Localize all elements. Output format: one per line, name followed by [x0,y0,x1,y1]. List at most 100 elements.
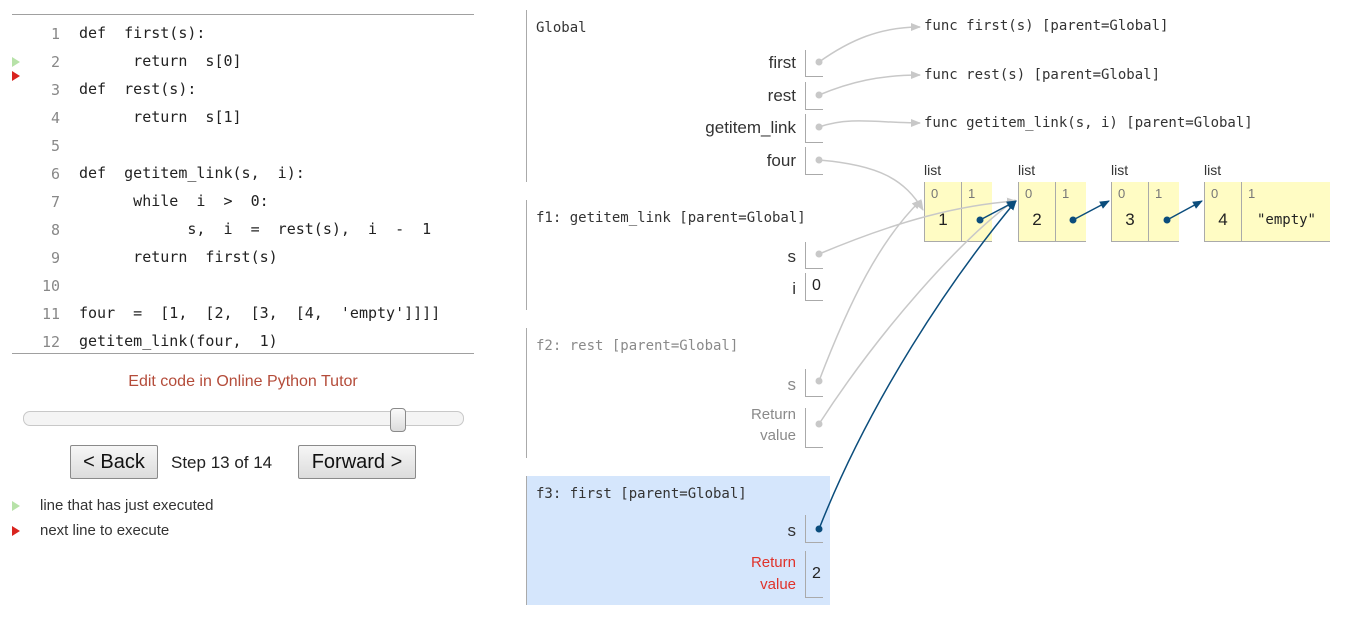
line-text: while i > 0: [79,192,269,210]
list-object: 0 1 1 [924,182,992,242]
list-cell: 0 4 [1205,182,1242,241]
list-cell: 0 1 [925,182,962,241]
code-line: 5 [12,131,474,159]
frame-f3-first: f3: first [parent=Global] s Return value… [526,476,830,605]
return-label: Return [750,406,796,423]
list-type-label: list [1204,162,1222,178]
prev-line-arrow-icon [12,57,20,67]
list-value: 4 [1218,210,1228,229]
step-slider-handle[interactable] [390,408,406,432]
next-line-arrow-icon [12,71,20,81]
list-type-label: list [1111,162,1129,178]
list-object: 0 2 1 [1018,182,1086,242]
list-type-label: list [924,162,942,178]
line-number: 8 [50,221,60,239]
pointer-first [815,23,921,66]
code-line: 8 s, i = rest(s), i - 1 [12,215,474,243]
back-button[interactable]: < Back [70,445,158,479]
list-cell: 1 [962,182,993,241]
pointer-f3-s [815,200,1017,533]
line-text: getitem_link(four, 1) [79,332,278,350]
var-cell-s [805,242,823,269]
return-value-label: Return value [751,404,796,446]
var-four: four [766,151,796,170]
var-cell-i: 0 [805,273,823,301]
function-object-getitem-link: func getitem_link(s, i) [parent=Global] [924,115,1253,131]
step-counter: Step 13 of 14 [171,453,273,472]
line-text: def first(s): [79,24,206,42]
code-line: 9 return first(s) [12,243,474,271]
list-object: 0 4 1 "empty" [1204,182,1330,242]
list-index: 1 [968,186,976,201]
line-number: 6 [50,165,60,183]
var-getitem-link: getitem_link [705,118,796,137]
var-i: i [792,279,796,298]
line-text: four = [1, [2, [3, [4, 'empty']]]] [79,304,441,322]
pointer-four [815,156,924,211]
list-index: 0 [1118,186,1126,201]
line-number: 1 [50,25,60,43]
code-line: 1 def first(s): [12,19,474,47]
return-value-cell: 2 [805,551,823,598]
value-label: value [760,576,796,593]
list-object: 0 3 1 [1111,182,1179,242]
var-i-value: 0 [812,277,821,294]
var-s: s [787,247,797,266]
var-rest: rest [767,86,796,105]
return-value-cell [805,408,823,448]
line-number: 11 [41,305,60,323]
list-index: 0 [1211,186,1219,201]
forward-button[interactable]: Forward > [298,445,416,479]
list-index: 1 [1155,186,1163,201]
line-number: 7 [50,193,60,211]
return-value: 2 [812,565,821,582]
list-cell: 1 [1056,182,1087,241]
list-index: 0 [1025,186,1033,201]
list-cell: 1 [1149,182,1180,241]
list-index: 1 [1248,186,1256,201]
list-value: 1 [938,210,948,229]
legend-prev-label: line that has just executed [40,497,214,514]
code-line: 2 return s[0] [12,47,474,75]
edit-code-link[interactable]: Edit code in Online Python Tutor [12,373,474,391]
frame-f1-getitem-link: f1: getitem_link [parent=Global] s i 0 [526,200,830,310]
pointer-getitem-link [815,118,921,131]
global-frame: Global first rest getitem_link four [526,10,830,182]
line-number: 4 [50,109,60,127]
line-number: 3 [50,81,60,99]
line-number: 2 [50,53,60,71]
var-cell-s [805,515,823,543]
list-cell: 0 2 [1019,182,1056,241]
legend-next-label: next line to execute [40,522,170,539]
return-value-label: Return value [751,552,796,596]
code-line: 10 [12,271,474,299]
code-display: 1 def first(s): 2 return s[0] 3 def rest… [12,14,474,354]
line-number: 12 [41,333,60,351]
list-value: 2 [1032,210,1042,229]
var-cell-four [805,147,823,175]
line-text: def rest(s): [79,80,197,98]
code-line: 3 def rest(s): [12,71,474,103]
list-index: 0 [931,186,939,201]
line-number: 10 [41,277,60,295]
frame-title: f1: getitem_link [parent=Global] [536,210,806,226]
line-text: def getitem_link(s, i): [79,164,305,182]
code-line: 4 return s[1] [12,103,474,131]
value-label: value [760,427,796,444]
list-value-string: "empty" [1256,212,1316,228]
code-line: 7 while i > 0: [12,187,474,215]
function-object-rest: func rest(s) [parent=Global] [924,67,1161,83]
code-line: 11 four = [1, [2, [3, [4, 'empty']]]] [12,299,474,327]
list-value: 3 [1125,210,1135,229]
var-cell-first [805,50,823,77]
list-type-label: list [1018,162,1036,178]
code-line: 6 def getitem_link(s, i): [12,159,474,187]
line-text: return s[1] [79,108,242,126]
var-cell-rest [805,82,823,110]
code-line: 12 getitem_link(four, 1) [12,327,474,355]
line-text: return s[0] [79,52,242,70]
list-index: 1 [1062,186,1070,201]
line-number: 5 [50,137,60,155]
pointer-rest [815,71,921,99]
list-cell: 0 3 [1112,182,1149,241]
